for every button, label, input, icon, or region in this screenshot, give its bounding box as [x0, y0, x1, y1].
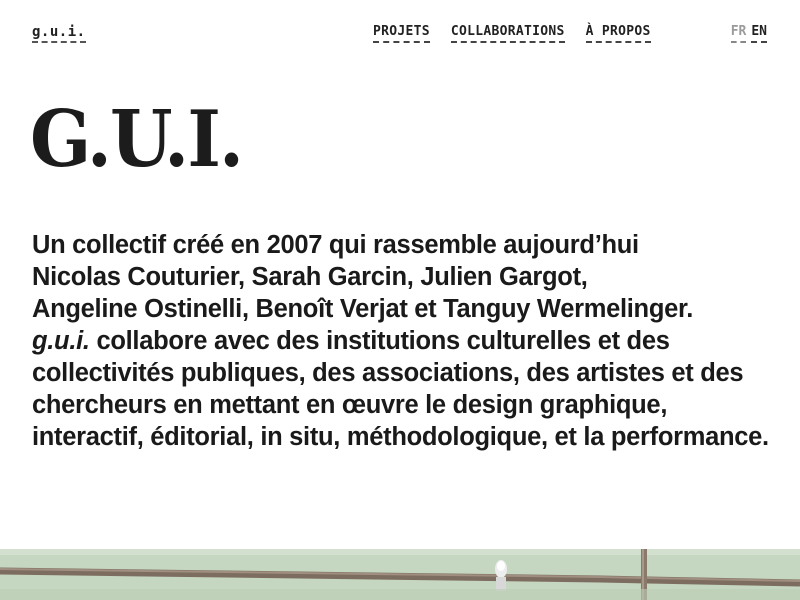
lang-en-link[interactable]: EN [751, 24, 767, 43]
intro-line-3: Angeline Ostinelli, Benoît Verjat et Tan… [32, 295, 693, 323]
hero-photo [0, 549, 800, 600]
nav-item-projets[interactable]: PROJETS [373, 24, 430, 43]
intro-line-1: Un collectif créé en 2007 qui rassemble … [32, 231, 639, 259]
intro-brand: g.u.i. [32, 327, 90, 355]
site-logo-link[interactable]: g.u.i. [32, 24, 86, 43]
nav-item-a-propos[interactable]: À PROPOS [585, 24, 651, 43]
nav-item-collaborations[interactable]: COLLABORATIONS [450, 24, 565, 43]
intro-rest: collabore avec des institutions culturel… [32, 327, 769, 451]
language-switcher: FR EN [730, 24, 767, 43]
page-title: G.U.I. [30, 94, 244, 185]
site-header: g.u.i. PROJETS COLLABORATIONS À PROPOS F… [32, 24, 767, 43]
hero-photo-image [0, 549, 800, 600]
main-nav: PROJETS COLLABORATIONS À PROPOS [373, 24, 651, 43]
intro-line-2: Nicolas Couturier, Sarah Garcin, Julien … [32, 263, 588, 291]
intro-paragraph: Un collectif créé en 2007 qui rassemble … [32, 229, 777, 453]
lang-fr-link[interactable]: FR [730, 24, 747, 43]
